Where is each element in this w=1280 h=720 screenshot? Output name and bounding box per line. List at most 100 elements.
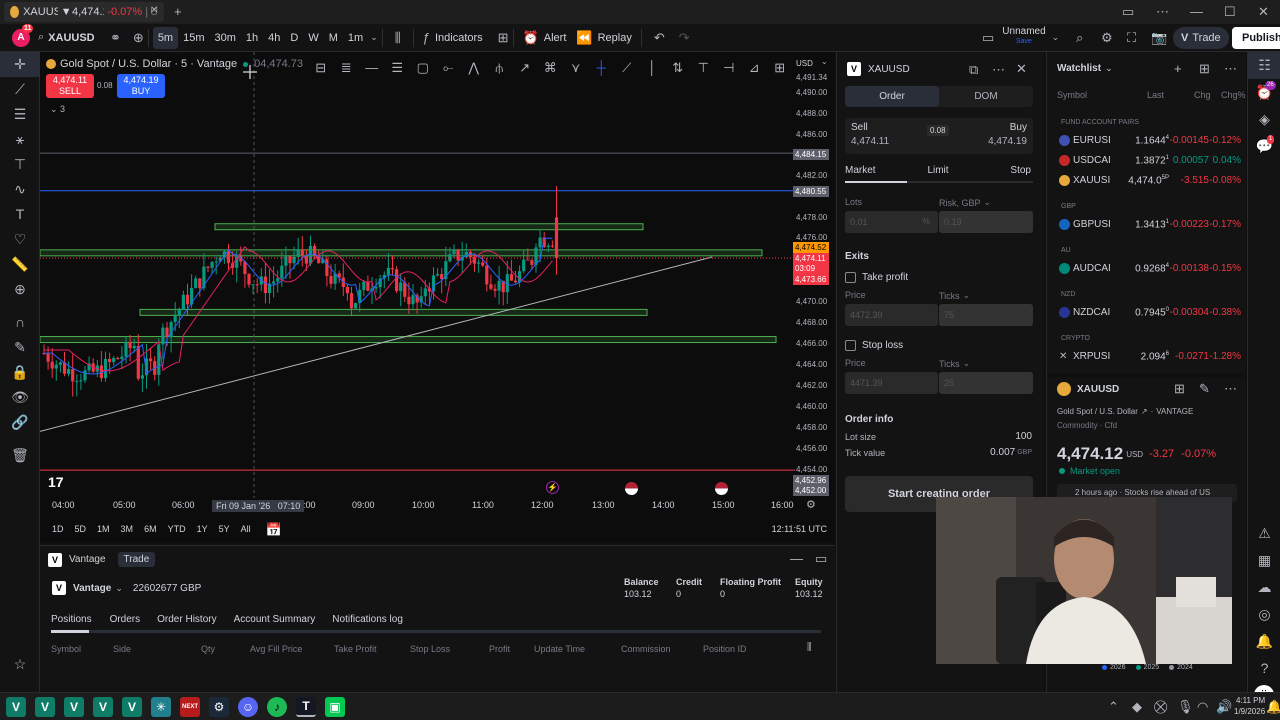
watchlist-row[interactable]: GBPUSI 1.34131 -0.00223 -0.17% xyxy=(1047,214,1247,238)
pitchfork-icon[interactable]: ⫛ xyxy=(487,61,513,74)
column-header[interactable]: Update Time xyxy=(534,644,585,654)
indicator-count[interactable]: ⌄ 3 xyxy=(50,104,65,115)
watchlist-icon[interactable]: ☷ xyxy=(1248,52,1280,79)
sell-quick-button[interactable]: 4,474.11 SELL xyxy=(46,74,94,98)
layout-menu[interactable]: ▭ Unnamed Save ⌄ xyxy=(982,27,1059,47)
app-v-icon[interactable]: V xyxy=(122,696,142,717)
app-v-icon[interactable]: V xyxy=(93,696,113,717)
time-axis[interactable]: 04:00 05:00 06:00 8:00 09:00 10:00 11:00 12:00 1… xyxy=(40,498,835,514)
more-icon[interactable]: ⋯ xyxy=(1156,5,1169,18)
zone-rectangle[interactable] xyxy=(39,336,777,344)
add-symbol-icon[interactable]: ⊕ xyxy=(133,31,144,44)
broker-tab[interactable]: Vantage xyxy=(69,554,106,565)
star-icon[interactable]: ☆ xyxy=(0,652,40,677)
order-type-market[interactable]: Market xyxy=(845,165,907,176)
interval-m[interactable]: M xyxy=(324,27,343,49)
range-3m[interactable]: 3M xyxy=(121,524,134,534)
alerts-clock-icon[interactable]: ⏰ 26 xyxy=(1248,79,1280,106)
screen-icon[interactable]: ▭ xyxy=(1122,5,1134,18)
risk-input[interactable]: 0.19 xyxy=(939,211,1033,233)
ruler-icon[interactable]: 📏 xyxy=(0,252,40,277)
remove-icon[interactable]: ✕ xyxy=(1059,351,1067,362)
risk-selector[interactable]: Risk, GBP ⌄ xyxy=(939,197,991,208)
sl-ticks-input[interactable]: 25 xyxy=(939,372,1033,394)
forecast-icon[interactable]: ⊿ xyxy=(742,61,768,74)
zone-rectangle[interactable] xyxy=(39,249,763,257)
spotify-icon[interactable]: ♪ xyxy=(267,696,287,717)
chat-app-icon[interactable]: ▣ xyxy=(325,696,345,717)
interval-d[interactable]: D xyxy=(285,27,303,49)
candles-icon[interactable]: ⫼ xyxy=(395,31,401,44)
fib-icon[interactable]: ⊤ xyxy=(0,152,40,177)
rectangle-list-icon[interactable]: ⊟ xyxy=(308,61,334,74)
range-6m[interactable]: 6M xyxy=(144,524,157,534)
redo-icon[interactable]: ↷ xyxy=(679,31,690,44)
crosshair-icon[interactable]: ✛ xyxy=(0,52,40,77)
panel-tab-orders[interactable]: Orders xyxy=(110,614,141,625)
range-5y[interactable]: 5Y xyxy=(219,524,230,534)
lock-icon[interactable]: 🔒 xyxy=(0,360,40,385)
panel-tab-positions[interactable]: Positions xyxy=(51,614,92,625)
col-symbol[interactable]: Symbol xyxy=(1057,90,1087,100)
arrow-line-icon[interactable]: ↗ xyxy=(512,61,538,74)
compare-icon[interactable]: ⚭ xyxy=(110,31,121,44)
column-header[interactable]: Take Profit xyxy=(334,644,377,654)
interval-5m[interactable]: 5m xyxy=(152,26,179,49)
take-profit-checkbox[interactable]: Take profit xyxy=(845,272,908,283)
rectangle-icon[interactable]: ▢ xyxy=(410,61,436,74)
more-icon[interactable]: ⋯ xyxy=(1224,62,1237,75)
section-header[interactable]: FUND ACCOUNT PAIRS xyxy=(1061,119,1139,126)
brush-icon[interactable]: ∿ xyxy=(0,177,40,202)
horizontal-lines-icon[interactable]: ☰ xyxy=(0,102,40,127)
cross-line-icon[interactable]: ┼ xyxy=(589,61,615,74)
us-flag-icon[interactable] xyxy=(625,482,638,495)
interval-15m[interactable]: 15m xyxy=(178,27,209,49)
new-tab-icon[interactable]: + xyxy=(174,5,182,18)
buy-side[interactable]: Buy 4,474.19 xyxy=(988,122,1027,147)
column-header[interactable]: Qty xyxy=(201,644,215,654)
column-header[interactable]: Symbol xyxy=(51,644,81,654)
sl-price-input[interactable]: 4471.39 xyxy=(845,372,938,394)
minimize-panel-icon[interactable]: — xyxy=(790,552,803,565)
calendar-icon[interactable]: ▦ xyxy=(1248,547,1280,574)
help-icon[interactable]: ? xyxy=(1248,655,1280,682)
perplexity-icon[interactable]: ✳ xyxy=(151,696,171,717)
tray-wifi-icon[interactable]: ◠ xyxy=(1197,700,1208,713)
path-icon[interactable]: ⋎ xyxy=(563,61,589,74)
link-icon[interactable]: 🔗 xyxy=(0,410,40,435)
panel-tab-order-history[interactable]: Order History xyxy=(157,614,216,625)
camera-icon[interactable]: 📷 xyxy=(1151,31,1167,44)
fullscreen-icon[interactable]: ⛶ xyxy=(1127,31,1136,44)
maximize-icon[interactable]: ☐ xyxy=(1224,5,1236,18)
interval-w[interactable]: W xyxy=(303,27,323,49)
notifications-icon[interactable]: 🔔 xyxy=(1248,628,1280,655)
event-icon[interactable]: ⚡ xyxy=(546,481,559,494)
undo-icon[interactable]: ↶ xyxy=(654,31,665,44)
line-icon[interactable]: — xyxy=(359,61,385,74)
trash-icon[interactable]: 🗑 xyxy=(0,443,40,468)
chart-legend[interactable]: Gold Spot / U.S. Dollar · 5 · Vantage 04… xyxy=(46,58,303,70)
zigzag-icon[interactable]: ⋀ xyxy=(461,61,487,74)
date-range-icon[interactable]: ⊣ xyxy=(716,61,742,74)
tradingview-icon[interactable]: T xyxy=(296,696,316,717)
browser-tab[interactable]: XAUUSD ▼ 4,474.12 -0.07% | U xyxy=(4,2,164,22)
layout-icon[interactable]: ⧉ xyxy=(969,63,978,76)
templates-icon[interactable]: ⊞ xyxy=(498,31,509,44)
order-type-stop[interactable]: Stop xyxy=(969,165,1031,176)
chevron-down-icon[interactable]: ⌄ xyxy=(821,58,828,66)
account-selector[interactable]: V Vantage ⌄ 22602677 GBP xyxy=(52,581,201,595)
column-header[interactable]: Commission xyxy=(621,644,671,654)
range-1y[interactable]: 1Y xyxy=(197,524,208,534)
minimize-icon[interactable]: — xyxy=(1190,5,1203,18)
lines-icon[interactable]: ☰ xyxy=(385,61,411,74)
tray-notification-icon[interactable]: 🔔 xyxy=(1266,700,1280,713)
heart-icon[interactable]: ♡ xyxy=(0,227,40,252)
calendar-icon[interactable]: 📅 xyxy=(266,523,282,536)
steam-icon[interactable]: ⚙ xyxy=(209,696,229,717)
close-window-icon[interactable]: ✕ xyxy=(1258,5,1269,18)
detail-symbol[interactable]: XAUUSD xyxy=(1077,384,1119,395)
tradingview-logo-icon[interactable]: 17 xyxy=(48,474,64,490)
tray-chevron-up-icon[interactable]: ⌃ xyxy=(1108,700,1119,713)
tray-mic-icon[interactable]: 🎙 xyxy=(1177,700,1194,713)
tab-dom[interactable]: DOM xyxy=(939,91,1033,102)
